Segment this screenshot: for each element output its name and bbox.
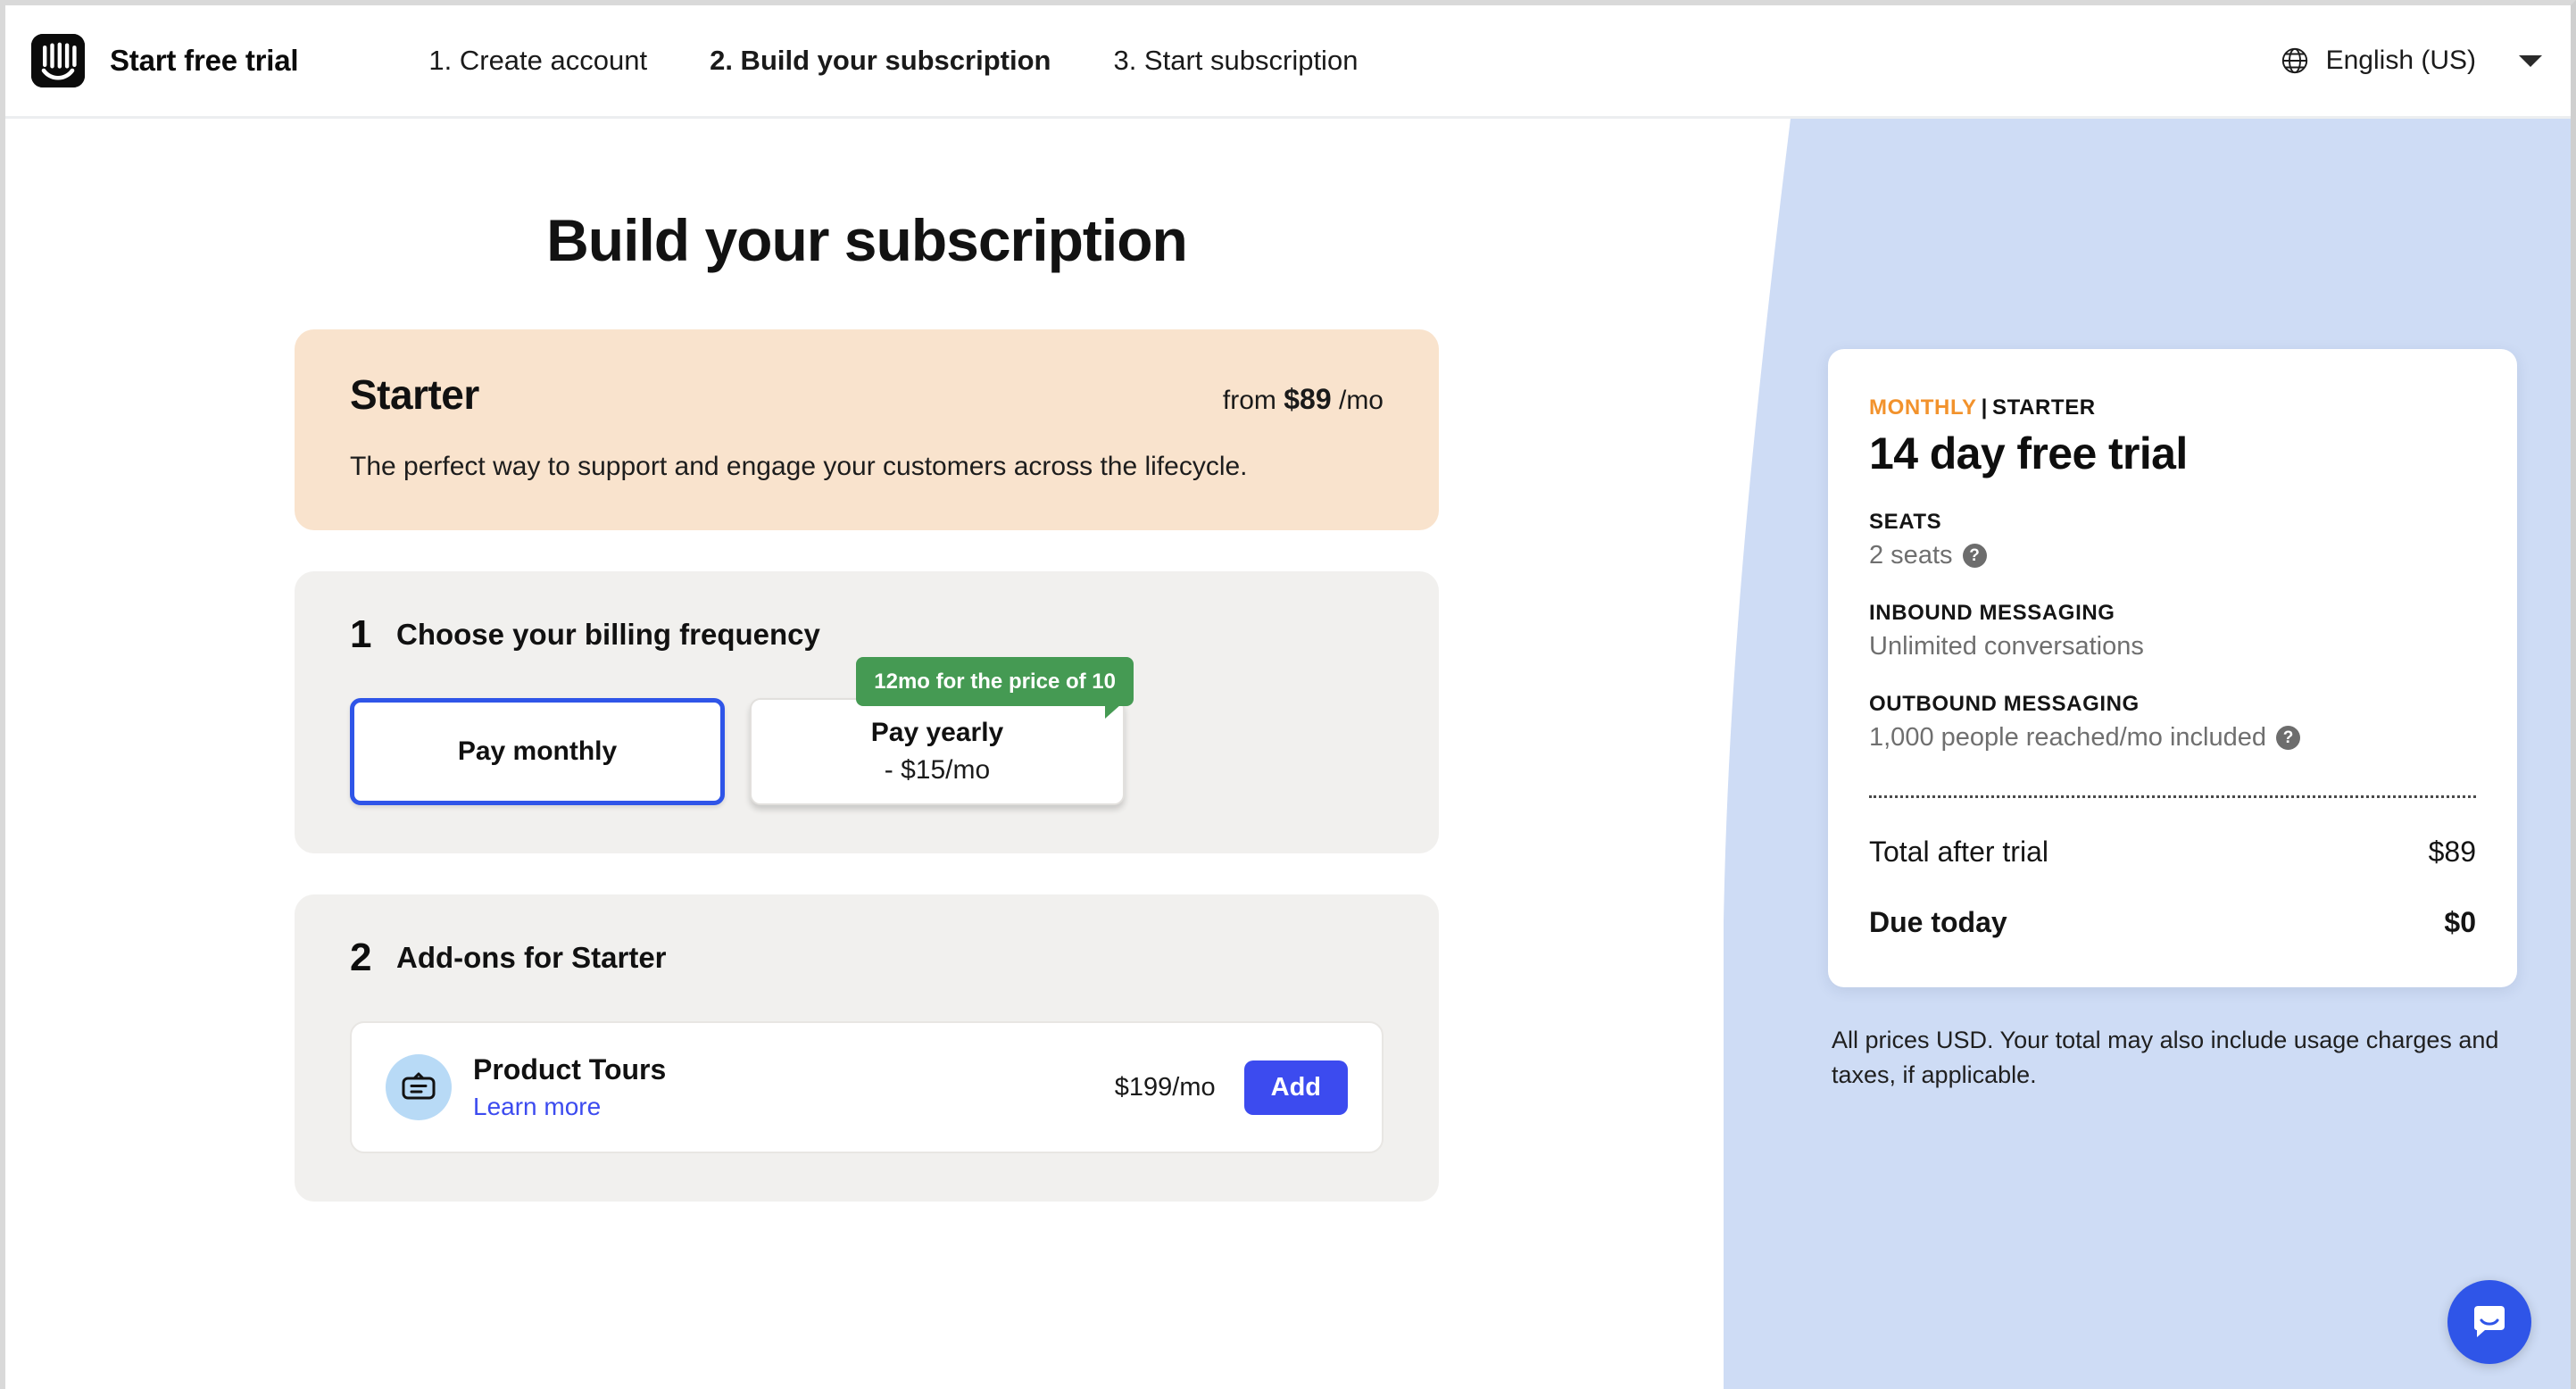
product-tours-icon [386, 1054, 452, 1120]
summary-group-inbound: INBOUND MESSAGING Unlimited conversation… [1869, 601, 2476, 661]
addons-section-number: 2 [350, 936, 372, 979]
pay-monthly-option[interactable]: Pay monthly [350, 698, 725, 805]
globe-icon [2280, 46, 2310, 76]
language-label: English (US) [2325, 46, 2476, 75]
summary-due-today-label: Due today [1869, 906, 2007, 938]
plan-price: from $89 /mo [1223, 383, 1384, 416]
billing-section-number: 1 [350, 612, 372, 656]
summary-outbound-value: 1,000 people reached/mo included [1869, 723, 2266, 752]
step-build-subscription[interactable]: 2. Build your subscription [710, 45, 1051, 77]
addon-name: Product Tours [473, 1053, 667, 1085]
billing-section-head: 1 Choose your billing frequency [350, 612, 1384, 657]
billing-frequency-options: Pay monthly 12mo for the price of 10 Pay… [350, 657, 1384, 805]
plan-price-period: /mo [1338, 386, 1384, 415]
main-content: Build your subscription Starter from $89… [5, 119, 1728, 1389]
step-start-subscription[interactable]: 3. Start subscription [1113, 45, 1358, 77]
outbound-help-icon[interactable]: ? [2276, 726, 2300, 750]
summary-eyebrow: MONTHLY | STARTER [1869, 395, 2476, 420]
summary-tier: STARTER [1991, 395, 2096, 420]
addon-learn-more-link[interactable]: Learn more [473, 1093, 601, 1121]
plan-description: The perfect way to support and engage yo… [350, 452, 1248, 481]
summary-group-outbound: OUTBOUND MESSAGING 1,000 people reached/… [1869, 692, 2476, 753]
addons-section: 2 Add-ons for Starter Product Tours Lear… [295, 894, 1439, 1202]
page-title: Build your subscription [546, 207, 1188, 273]
summary-seats-label: SEATS [1869, 510, 1942, 534]
summary-due-today-row: Due today $0 [1869, 906, 2476, 939]
plan-banner-head: Starter from $89 /mo [350, 370, 1384, 419]
summary-total-after-trial-label: Total after trial [1869, 836, 2048, 868]
yearly-promo-badge: 12mo for the price of 10 [856, 657, 1134, 719]
summary-inbound-value: Unlimited conversations [1869, 632, 2144, 661]
summary-total-after-trial-row: Total after trial $89 [1869, 836, 2476, 869]
summary-inbound-value-row: Unlimited conversations [1869, 632, 2476, 661]
summary-due-today-value: $0 [2444, 906, 2476, 938]
summary-inbound-label: INBOUND MESSAGING [1869, 601, 2115, 625]
summary-headline: 14 day free trial [1869, 428, 2188, 478]
addon-add-button[interactable]: Add [1243, 1060, 1348, 1115]
language-selector[interactable]: English (US) [2280, 46, 2542, 76]
summary-outbound-label: OUTBOUND MESSAGING [1869, 692, 2140, 716]
plan-name: Starter [350, 371, 479, 418]
billing-frequency-section: 1 Choose your billing frequency Pay mont… [295, 571, 1439, 853]
step-nav: 1. Create account 2. Build your subscrip… [428, 45, 1358, 77]
pay-yearly-sublabel: - $15/mo [884, 754, 991, 785]
addon-price: $199/mo [1114, 1072, 1216, 1102]
summary-group-seats: SEATS 2 seats ? [1869, 510, 2476, 570]
summary-divider [1869, 795, 2476, 798]
addon-texts: Product Tours Learn more [473, 1053, 666, 1121]
seats-help-icon[interactable]: ? [1962, 544, 1987, 568]
summary-outbound-value-row: 1,000 people reached/mo included ? [1869, 723, 2476, 753]
pay-yearly-label: Pay yearly [870, 717, 1004, 747]
intercom-logo-icon[interactable] [31, 34, 85, 87]
summary-card: MONTHLY | STARTER 14 day free trial SEATS … [1828, 349, 2517, 987]
summary-cycle: MONTHLY [1869, 395, 1977, 420]
pay-monthly-label: Pay monthly [457, 736, 618, 766]
summary-sidebar: MONTHLY | STARTER 14 day free trial SEATS … [1828, 349, 2517, 1093]
summary-disclaimer: All prices USD. Your total may also incl… [1832, 1027, 2499, 1089]
brand-title: Start free trial [110, 44, 299, 77]
summary-separator: | [1981, 395, 1988, 420]
chevron-down-icon[interactable] [2519, 54, 2542, 67]
pay-yearly-option[interactable]: 12mo for the price of 10 Pay yearly - $1… [750, 657, 1134, 805]
plan-banner: Starter from $89 /mo The perfect way to … [295, 329, 1439, 530]
step-create-account[interactable]: 1. Create account [428, 45, 647, 77]
addons-section-title: Add-ons for Starter [396, 941, 667, 974]
addon-row-product-tours: Product Tours Learn more $199/mo Add [350, 1021, 1384, 1153]
billing-section-title: Choose your billing frequency [396, 618, 820, 651]
addons-section-head: 2 Add-ons for Starter [350, 936, 1384, 980]
summary-seats-value: 2 seats [1869, 541, 1953, 570]
summary-total-after-trial-value: $89 [2428, 836, 2476, 868]
plan-price-prefix: from [1222, 386, 1276, 415]
top-header: Start free trial 1. Create account 2. Bu… [5, 5, 2571, 119]
intercom-messenger-icon[interactable] [2447, 1280, 2531, 1364]
content-column: Starter from $89 /mo The perfect way to … [295, 329, 1439, 1202]
app-root: Start free trial 1. Create account 2. Bu… [0, 0, 2576, 1389]
summary-seats-value-row: 2 seats ? [1869, 541, 2476, 570]
plan-price-amount: $89 [1284, 383, 1332, 415]
